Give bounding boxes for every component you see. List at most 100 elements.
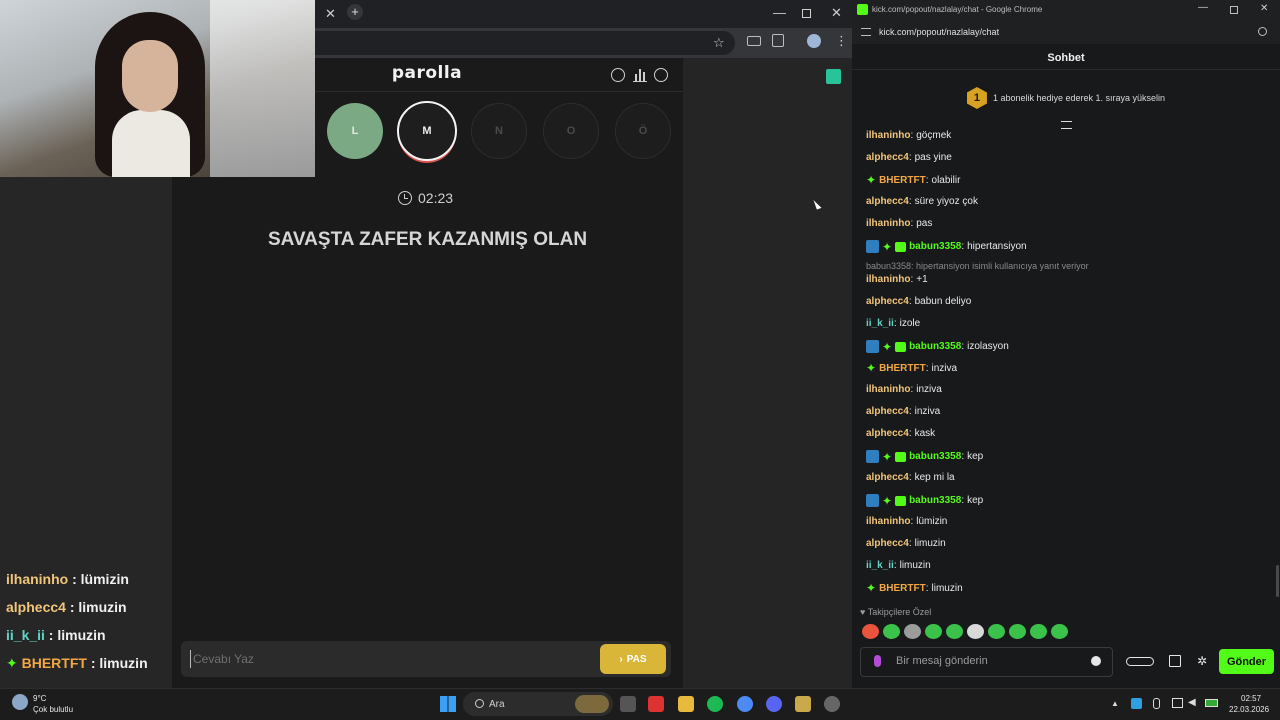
chat-username[interactable]: BHERTFT [879, 583, 926, 594]
steam-icon[interactable] [1131, 698, 1142, 709]
chat-username[interactable]: ilhaninho [866, 218, 910, 229]
send-button[interactable]: Gönder [1219, 649, 1274, 674]
browser-menu-icon[interactable]: ⋮ [835, 33, 848, 49]
tab-close-icon[interactable]: ✕ [325, 6, 336, 22]
extension-badge-icon[interactable] [826, 69, 841, 84]
new-tab-button[interactable]: + [347, 4, 363, 20]
discord-icon[interactable] [766, 696, 782, 712]
microphone-tray-icon[interactable] [1153, 698, 1160, 709]
chat-username[interactable]: alphecc4 [866, 538, 909, 549]
chat-separator: : [925, 582, 929, 594]
chat-message: ii_k_ii: limuzin [866, 560, 931, 571]
emote-icon[interactable] [988, 624, 1005, 639]
tray-chevron-up-icon[interactable]: ▲ [1111, 699, 1119, 708]
account-icon[interactable] [654, 68, 668, 82]
verified-badge-icon [866, 340, 879, 353]
network-icon[interactable] [1172, 698, 1183, 708]
league-icon[interactable] [795, 696, 811, 712]
chat-username[interactable]: BHERTFT [879, 363, 926, 374]
chat-username[interactable]: ii_k_ii [866, 318, 894, 329]
chat-username[interactable]: ilhaninho [866, 130, 910, 141]
chat-username[interactable]: babun3358 [909, 341, 961, 352]
emote-icon[interactable] [862, 624, 879, 639]
taskbar-search[interactable] [463, 692, 613, 716]
filter-icon[interactable] [1061, 121, 1072, 129]
emote-icon[interactable] [1051, 624, 1068, 639]
message-input[interactable] [896, 655, 1076, 667]
emote-icon[interactable] [967, 624, 984, 639]
chat-text: olabilir [931, 174, 961, 186]
emote-icon[interactable] [946, 624, 963, 639]
translate-icon[interactable] [747, 36, 761, 46]
chat-username[interactable]: alphecc4 [866, 428, 909, 439]
chat-text: inziva [916, 384, 942, 395]
emote-icon[interactable] [1009, 624, 1026, 639]
taskbar-date: 22.03.2026 [1229, 705, 1270, 714]
site-settings-icon[interactable] [861, 28, 871, 36]
pass-button-label: PAS [626, 653, 647, 665]
chat-username[interactable]: alphecc4 [866, 406, 909, 417]
gear-icon[interactable]: ✲ [1197, 654, 1207, 668]
chat-url-bar[interactable]: kick.com/popout/nazlalay/chat [852, 21, 1280, 44]
volume-icon[interactable]: ◀ [1188, 697, 1196, 708]
file-explorer-icon[interactable] [678, 696, 694, 712]
answer-input[interactable] [190, 650, 580, 668]
window-close-icon[interactable]: ✕ [1260, 3, 1268, 14]
followers-only-label: ♥ Takipçilere Özel [860, 607, 932, 617]
spotify-icon[interactable] [707, 696, 723, 712]
gift-badge-icon [895, 241, 907, 252]
subscription-promo[interactable]: 1 1 abonelik hediye ederek 1. sıraya yük… [852, 74, 1280, 122]
chat-username[interactable]: ilhaninho [866, 516, 910, 527]
sparkle-badge-icon: ✦ [866, 581, 877, 595]
extensions-icon[interactable] [772, 34, 784, 47]
chat-username[interactable]: ilhaninho [866, 274, 910, 285]
psiphon-icon[interactable] [648, 696, 664, 712]
emote-icon[interactable] [904, 624, 921, 639]
stats-icon[interactable] [633, 68, 647, 82]
minimize-icon[interactable]: — [1198, 2, 1208, 13]
taskbar [0, 688, 1280, 720]
chat-username[interactable]: alphecc4 [866, 196, 909, 207]
pass-button[interactable]: › PAS [600, 644, 666, 674]
chrome-icon[interactable] [737, 696, 753, 712]
webcam-overlay [0, 0, 315, 177]
weather-icon[interactable] [12, 694, 28, 710]
letter-circle-o-umlaut: Ö [615, 103, 671, 159]
chat-username[interactable]: ii_k_ii [866, 560, 894, 571]
chat-separator: : [910, 130, 914, 141]
microphone-icon[interactable] [874, 655, 881, 667]
info-icon[interactable] [611, 68, 625, 82]
task-view-icon[interactable] [620, 696, 636, 712]
overlay-chat-line: ii_k_ii : limuzin [6, 627, 106, 643]
emote-icon[interactable] [883, 624, 900, 639]
letter-circle-n: N [471, 103, 527, 159]
address-bar[interactable]: ☆ [315, 31, 735, 55]
maximize-icon[interactable] [1230, 6, 1238, 14]
chat-username[interactable]: babun3358 [909, 495, 961, 506]
chat-username[interactable]: babun3358 [909, 451, 961, 462]
chat-scrollbar[interactable] [1276, 565, 1279, 597]
window-close-icon[interactable]: ✕ [831, 5, 842, 21]
chat-separator: : [961, 241, 965, 252]
profile-avatar[interactable] [807, 34, 821, 48]
chat-username[interactable]: alphecc4 [866, 472, 909, 483]
emoji-icon[interactable] [1091, 656, 1101, 666]
search-icon[interactable] [1258, 27, 1267, 36]
bookmark-star-icon[interactable]: ☆ [713, 35, 725, 51]
chat-username[interactable]: alphecc4 [866, 152, 909, 163]
app-icon[interactable] [824, 696, 840, 712]
maximize-icon[interactable] [802, 9, 811, 18]
minimize-icon[interactable]: — [773, 5, 786, 20]
heart-icon: ♥ [860, 607, 866, 617]
battery-icon[interactable] [1205, 699, 1218, 707]
chat-username[interactable]: alphecc4 [866, 296, 909, 307]
chat-username[interactable]: ilhaninho [866, 384, 910, 395]
chat-url: kick.com/popout/nazlalay/chat [879, 27, 1000, 37]
link-icon[interactable] [1126, 657, 1154, 666]
store-icon[interactable] [1169, 655, 1181, 667]
chat-username[interactable]: babun3358 [909, 241, 961, 252]
emote-icon[interactable] [925, 624, 942, 639]
chat-username[interactable]: BHERTFT [879, 175, 926, 186]
windows-start-icon[interactable] [440, 696, 456, 712]
emote-icon[interactable] [1030, 624, 1047, 639]
